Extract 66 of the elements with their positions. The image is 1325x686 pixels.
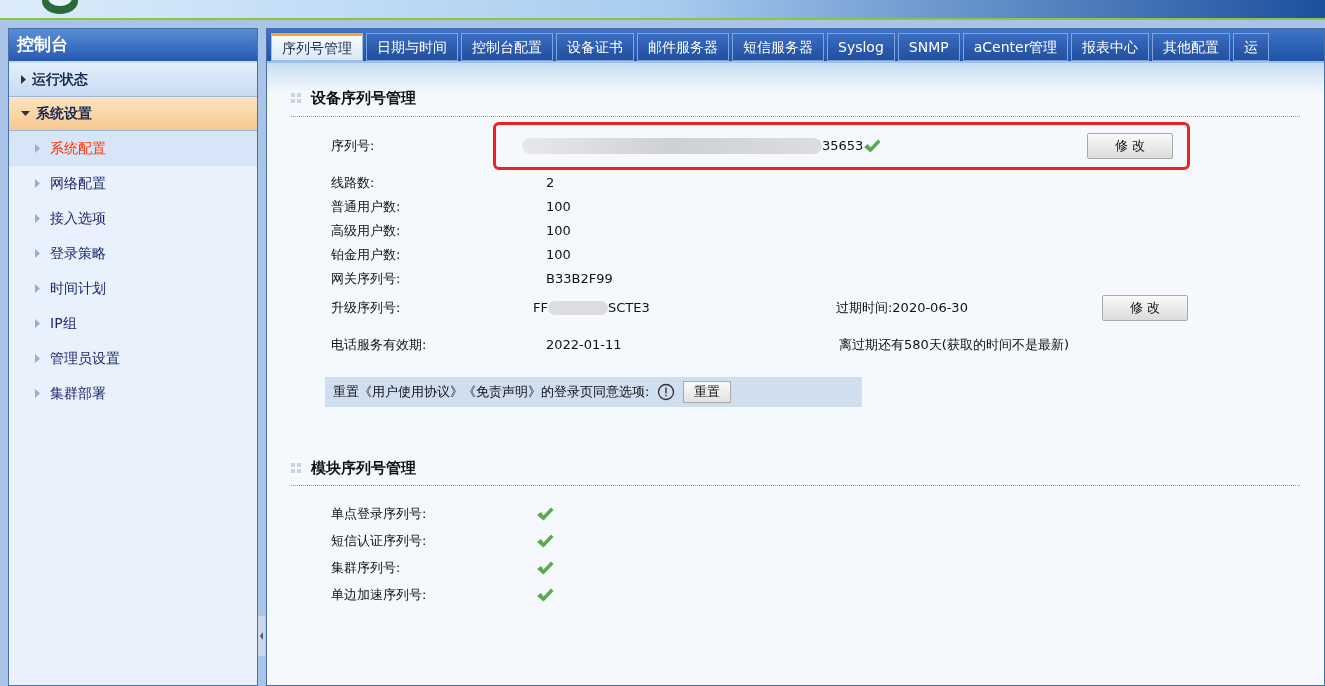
- sidebar-section[interactable]: 运行状态: [9, 63, 257, 97]
- modify-button[interactable]: 修 改: [1087, 132, 1173, 159]
- tab[interactable]: 序列号管理: [271, 33, 363, 61]
- chevron-right-icon: [35, 179, 40, 188]
- field-label: 单点登录序列号:: [331, 504, 428, 523]
- sidebar-item[interactable]: 管理员设置: [9, 341, 257, 376]
- field-label: 网关序列号:: [331, 269, 402, 288]
- sidebar-item[interactable]: 集群部署: [9, 376, 257, 411]
- field-label: 集群序列号:: [331, 558, 402, 577]
- field-label: 升级序列号:: [331, 298, 402, 317]
- field-label: 高级用户数:: [331, 221, 402, 240]
- section-title: 设备序列号管理: [311, 88, 416, 109]
- field-value: FF: [533, 298, 548, 317]
- caret-down-icon: [21, 111, 30, 116]
- expiry-note: 离过期还有580天(获取的时间不是最新): [839, 336, 1070, 353]
- field-label: 电话服务有效期:: [331, 335, 428, 354]
- field-value: B33B2F99: [546, 269, 613, 288]
- caret-right-icon: [21, 75, 26, 84]
- field-label: 铂金用户数:: [331, 245, 402, 264]
- field-label: 序列号:: [331, 136, 376, 155]
- reset-label: 重置《用户使用协议》《免责声明》的登录页同意选项:: [333, 382, 650, 401]
- expiry-date: 过期时间:2020-06-30: [835, 298, 969, 317]
- heading-bullet-icon: [291, 93, 301, 104]
- redaction-smudge: [547, 300, 608, 315]
- chevron-right-icon: [35, 214, 40, 223]
- chevron-right-icon: [35, 249, 40, 258]
- sidebar-item[interactable]: 网络配置: [9, 166, 257, 201]
- field-label: 短信认证序列号:: [331, 531, 428, 550]
- reset-button[interactable]: 重置: [683, 380, 732, 403]
- chevron-right-icon: [35, 144, 40, 153]
- chevron-right-icon: [35, 284, 40, 293]
- field-value: SCTE3: [607, 298, 651, 317]
- field-label: 线路数:: [331, 173, 376, 192]
- tab[interactable]: aCenter管理: [962, 33, 1069, 61]
- tab[interactable]: 控制台配置: [461, 33, 553, 61]
- chevron-right-icon: [35, 354, 40, 363]
- sidebar-item[interactable]: 接入选项: [9, 201, 257, 236]
- chevron-right-icon: [35, 389, 40, 398]
- sidebar-item[interactable]: 时间计划: [9, 271, 257, 306]
- sidebar-title: 控制台: [9, 29, 257, 63]
- tab[interactable]: 设备证书: [556, 33, 634, 61]
- field-label: 普通用户数:: [331, 197, 402, 216]
- tab[interactable]: 运: [1233, 33, 1270, 61]
- serial-value: 35653: [822, 136, 864, 155]
- tab[interactable]: Syslog: [827, 33, 895, 61]
- field-value: 2022-01-11: [546, 335, 623, 354]
- sidebar-item[interactable]: IP组: [9, 306, 257, 341]
- field-value: 100: [546, 245, 571, 264]
- field-value: 100: [546, 197, 571, 216]
- collapse-handle-icon[interactable]: [258, 616, 265, 656]
- tab[interactable]: 日期与时间: [366, 33, 458, 61]
- sidebar-item[interactable]: 登录策略: [9, 236, 257, 271]
- field-value: 100: [546, 221, 571, 240]
- tab[interactable]: 其他配置: [1152, 33, 1231, 61]
- field-label: 单边加速序列号:: [331, 585, 428, 604]
- tab[interactable]: 邮件服务器: [637, 33, 729, 61]
- field-value: 2: [546, 173, 555, 192]
- modify-button[interactable]: 修 改: [1101, 294, 1188, 321]
- tab[interactable]: SNMP: [897, 33, 960, 61]
- section-title: 模块序列号管理: [311, 457, 416, 479]
- tab[interactable]: 短信服务器: [732, 33, 824, 61]
- chevron-right-icon: [35, 319, 40, 328]
- heading-bullet-icon: [291, 462, 301, 473]
- sidebar-section[interactable]: 系统设置: [9, 97, 257, 131]
- tab[interactable]: 报表中心: [1071, 33, 1150, 61]
- info-icon[interactable]: [657, 382, 676, 401]
